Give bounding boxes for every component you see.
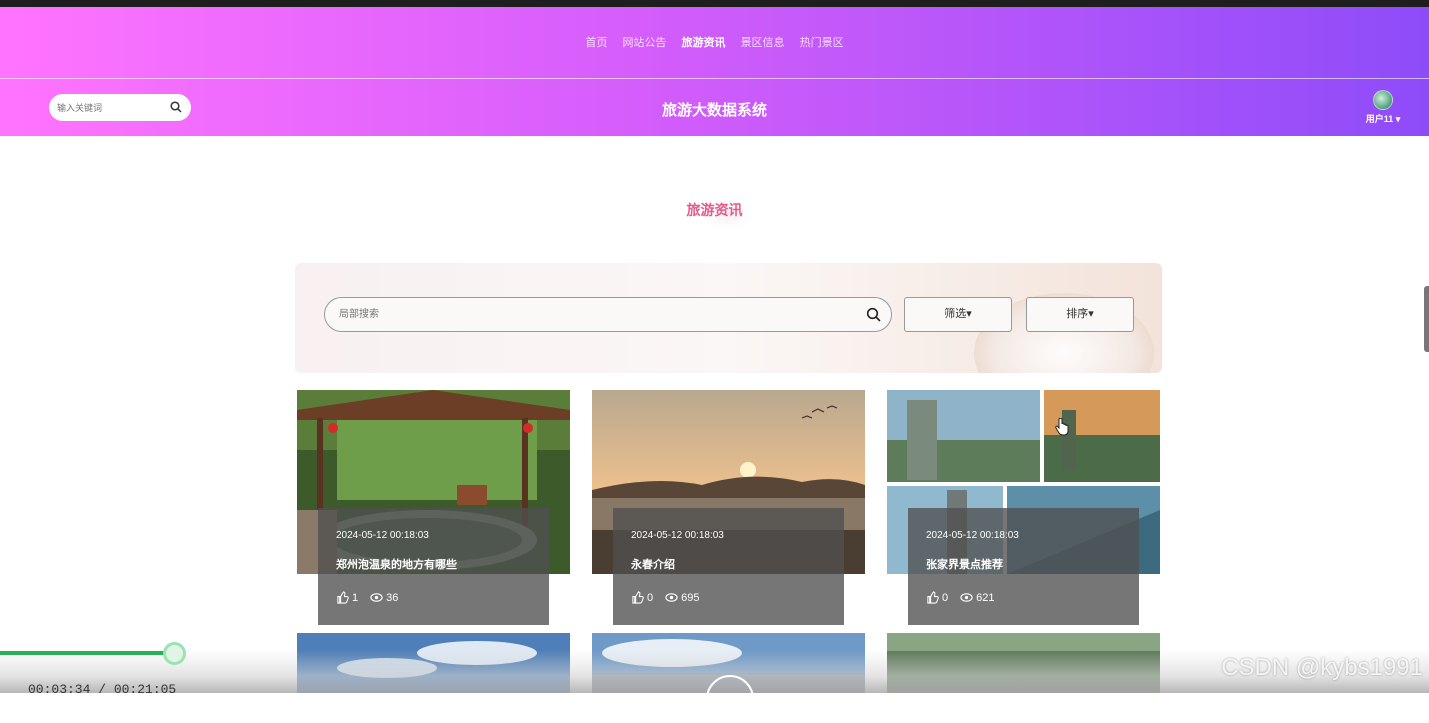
video-time: 00:03:34 / 00:21:05 xyxy=(28,682,177,697)
nav-hot-scenic[interactable]: 热门景区 xyxy=(800,37,844,49)
thumbs-up-icon[interactable] xyxy=(926,591,939,604)
main-nav: 首页 网站公告 旅游资讯 景区信息 热门景区 xyxy=(0,34,1429,50)
eye-icon xyxy=(665,593,678,602)
news-card-date: 2024-05-12 00:18:03 xyxy=(926,530,1019,541)
like-count: 1 xyxy=(352,591,359,604)
like-count: 0 xyxy=(647,591,654,604)
news-card-date: 2024-05-12 00:18:03 xyxy=(631,530,724,541)
news-card-stats: 1 36 xyxy=(336,591,398,604)
window-top-strip xyxy=(0,0,1429,7)
nav-home[interactable]: 首页 xyxy=(585,37,607,49)
eye-icon xyxy=(960,593,973,602)
site-header: 首页 网站公告 旅游资讯 景区信息 热门景区 旅游大数据系统 用户11 ▾ xyxy=(0,7,1429,136)
news-card-stats: 0 621 xyxy=(926,591,994,604)
header-divider xyxy=(0,78,1429,79)
news-card[interactable]: 2024-05-12 00:18:03 永春介绍 0 695 xyxy=(592,390,865,625)
news-card-title[interactable]: 永春介绍 xyxy=(631,556,675,572)
like-count: 0 xyxy=(942,591,949,604)
local-search xyxy=(324,297,892,332)
news-card-date: 2024-05-12 00:18:03 xyxy=(336,530,429,541)
side-scroll-handle[interactable] xyxy=(1424,286,1429,352)
news-card[interactable]: 2024-05-12 00:18:03 张家界景点推荐 0 621 xyxy=(887,390,1160,625)
nav-travel-news[interactable]: 旅游资讯 xyxy=(682,37,726,49)
view-count: 621 xyxy=(976,591,995,604)
news-card[interactable]: 2024-05-12 00:18:03 郑州泡温泉的地方有哪些 1 36 xyxy=(297,390,570,625)
news-card-stats: 0 695 xyxy=(631,591,699,604)
search-icon[interactable] xyxy=(866,307,881,322)
eye-icon xyxy=(370,593,383,602)
view-count: 36 xyxy=(386,591,399,604)
nav-scenic-info[interactable]: 景区信息 xyxy=(741,37,785,49)
filter-panel: 筛选▾ 排序▾ xyxy=(295,263,1162,373)
page-title: 旅游资讯 xyxy=(686,202,743,218)
play-button[interactable] xyxy=(706,675,754,723)
local-search-input[interactable] xyxy=(325,298,845,331)
video-progress-bar[interactable] xyxy=(0,651,172,655)
sort-button[interactable]: 排序▾ xyxy=(1026,297,1134,332)
watermark: CSDN @kybs1991 xyxy=(1221,654,1423,681)
view-count: 695 xyxy=(681,591,700,604)
user-name[interactable]: 用户11 xyxy=(1366,114,1394,124)
news-card-title[interactable]: 郑州泡温泉的地方有哪些 xyxy=(336,556,457,572)
user-menu[interactable]: 用户11 ▾ xyxy=(1361,90,1405,125)
filter-button[interactable]: 筛选▾ xyxy=(904,297,1012,332)
system-title: 旅游大数据系统 xyxy=(661,102,767,119)
avatar[interactable] xyxy=(1373,90,1393,110)
thumbs-up-icon[interactable] xyxy=(336,591,349,604)
chevron-down-icon[interactable]: ▾ xyxy=(1396,114,1401,124)
hand-cursor-icon xyxy=(1055,418,1069,436)
nav-announcements[interactable]: 网站公告 xyxy=(622,37,666,49)
video-progress-handle[interactable] xyxy=(163,642,186,665)
news-card-title[interactable]: 张家界景点推荐 xyxy=(926,556,1003,572)
thumbs-up-icon[interactable] xyxy=(631,591,644,604)
